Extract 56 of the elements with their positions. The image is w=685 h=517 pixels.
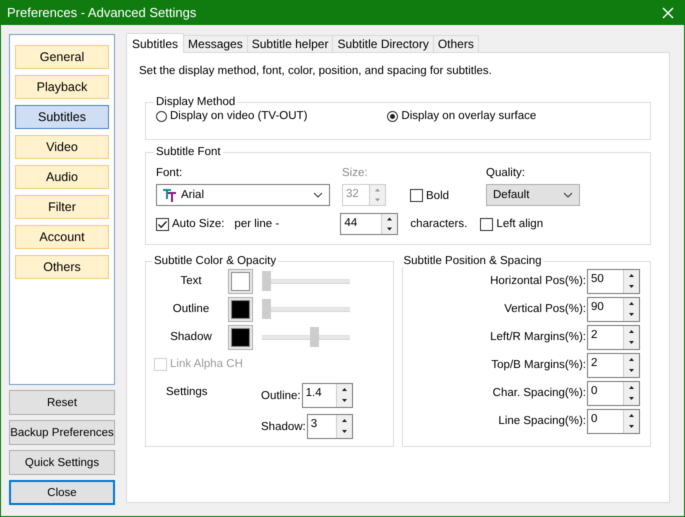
tab[interactable]: Others bbox=[432, 35, 479, 52]
sidebar-item[interactable]: Subtitles bbox=[15, 105, 109, 129]
group-title: Subtitle Position & Spacing bbox=[402, 255, 543, 267]
field-label: Line Spacing(%): bbox=[498, 415, 586, 427]
sidebar-item[interactable]: Playback bbox=[15, 75, 109, 99]
radio-option[interactable]: Display on overlay surface bbox=[387, 110, 536, 122]
sidebar-item[interactable]: General bbox=[15, 45, 109, 69]
sidebar-item[interactable]: Others bbox=[15, 255, 109, 279]
sidebar-button[interactable]: Backup Preferences bbox=[9, 420, 115, 445]
checkbox[interactable]: Bold bbox=[410, 189, 470, 202]
radio-option[interactable]: Display on video (TV-OUT) bbox=[156, 110, 308, 122]
tab[interactable]: Subtitle helper bbox=[246, 35, 334, 52]
description-text: Set the display method, font, color, position, and spacing for subtitles. bbox=[139, 65, 493, 79]
sidebar-item[interactable]: Video bbox=[15, 135, 109, 159]
group-title: Subtitle Color & Opacity bbox=[153, 255, 278, 267]
window-title: Preferences - Advanced Settings bbox=[7, 5, 196, 20]
spinbox[interactable]: 0 bbox=[587, 380, 640, 406]
field-label: Quality: bbox=[486, 167, 526, 181]
tab[interactable]: Messages bbox=[183, 35, 248, 52]
field-label: Font: bbox=[156, 167, 184, 181]
sidebar-item[interactable]: Filter bbox=[15, 195, 109, 219]
group-title: Display Method bbox=[155, 96, 236, 108]
spinbox[interactable]: 2 bbox=[587, 352, 640, 378]
field-label: per line - bbox=[234, 218, 280, 230]
spinbox[interactable]: 2 bbox=[587, 324, 640, 350]
field-label: Top/B Margins(%): bbox=[491, 359, 586, 371]
field-label: Size: bbox=[342, 167, 369, 181]
field-label: characters. bbox=[410, 218, 468, 230]
field-label: Left/R Margins(%): bbox=[490, 331, 586, 343]
sidebar-button[interactable]: Quick Settings bbox=[9, 450, 115, 475]
quality-dropdown[interactable]: Default bbox=[486, 184, 580, 206]
sidebar-button[interactable]: Close bbox=[9, 480, 115, 505]
sidebar-item[interactable]: Account bbox=[15, 225, 109, 249]
field-label: Outline: bbox=[261, 390, 301, 402]
tab[interactable]: Subtitle Directory bbox=[332, 35, 434, 52]
spinbox[interactable]: 3 bbox=[306, 414, 353, 439]
sidebar-item[interactable]: Audio bbox=[15, 165, 109, 189]
settings-label: Settings bbox=[165, 385, 209, 400]
spinbox[interactable]: 0 bbox=[587, 408, 640, 434]
checkbox[interactable]: Left align bbox=[480, 218, 544, 230]
color-label: Shadow bbox=[169, 331, 213, 343]
tab[interactable]: Subtitles bbox=[126, 33, 184, 53]
field-label: Shadow: bbox=[261, 420, 306, 432]
color-label: Outline bbox=[172, 303, 210, 315]
checkbox[interactable]: Auto Size: bbox=[156, 218, 224, 230]
spinbox[interactable]: 1.4 bbox=[302, 383, 353, 408]
spinbox[interactable]: 50 bbox=[587, 268, 640, 294]
group-title: Subtitle Font bbox=[155, 146, 222, 158]
per-line-spinbox[interactable]: 44 bbox=[340, 213, 398, 235]
field-label: Vertical Pos(%): bbox=[504, 303, 586, 315]
field-label: Char. Spacing(%): bbox=[492, 387, 586, 399]
field-label: Horizontal Pos(%): bbox=[490, 275, 586, 287]
spinbox[interactable]: 90 bbox=[587, 296, 640, 322]
font-dropdown[interactable]: Arial bbox=[156, 184, 330, 206]
sidebar-button[interactable]: Reset bbox=[9, 390, 115, 415]
color-label: Text bbox=[179, 275, 203, 287]
